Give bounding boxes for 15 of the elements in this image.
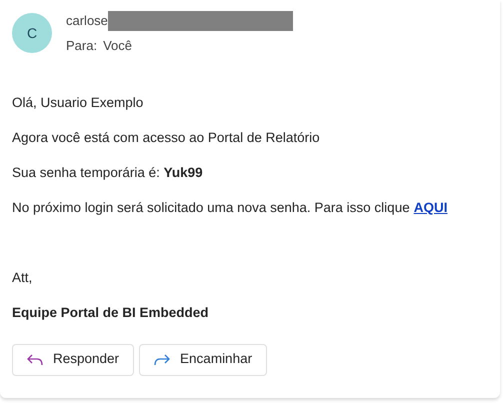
body-text: Sua senha temporária é: Yuk99 xyxy=(12,164,204,180)
here-link[interactable]: AQUI xyxy=(414,200,448,216)
to-label: Para: xyxy=(66,37,98,55)
signature: Equipe Portal de BI Embedded xyxy=(12,304,210,320)
recipient: Você xyxy=(103,37,132,55)
avatar: C xyxy=(12,13,52,54)
forward-button[interactable]: Encaminhar xyxy=(139,344,268,376)
reply-button[interactable]: Responder xyxy=(12,344,134,376)
reply-icon xyxy=(27,354,43,366)
body-text: Agora você está com acesso ao Portal de Relatório xyxy=(12,130,321,146)
body-text: No próximo login será solicitado uma nova senha. Para isso clique xyxy=(12,200,410,216)
closing: Att, xyxy=(12,270,34,286)
forward-icon xyxy=(154,354,170,366)
greeting: Olá, Usuario Exemplo xyxy=(12,94,144,110)
sender-name: carlose xyxy=(66,12,108,30)
